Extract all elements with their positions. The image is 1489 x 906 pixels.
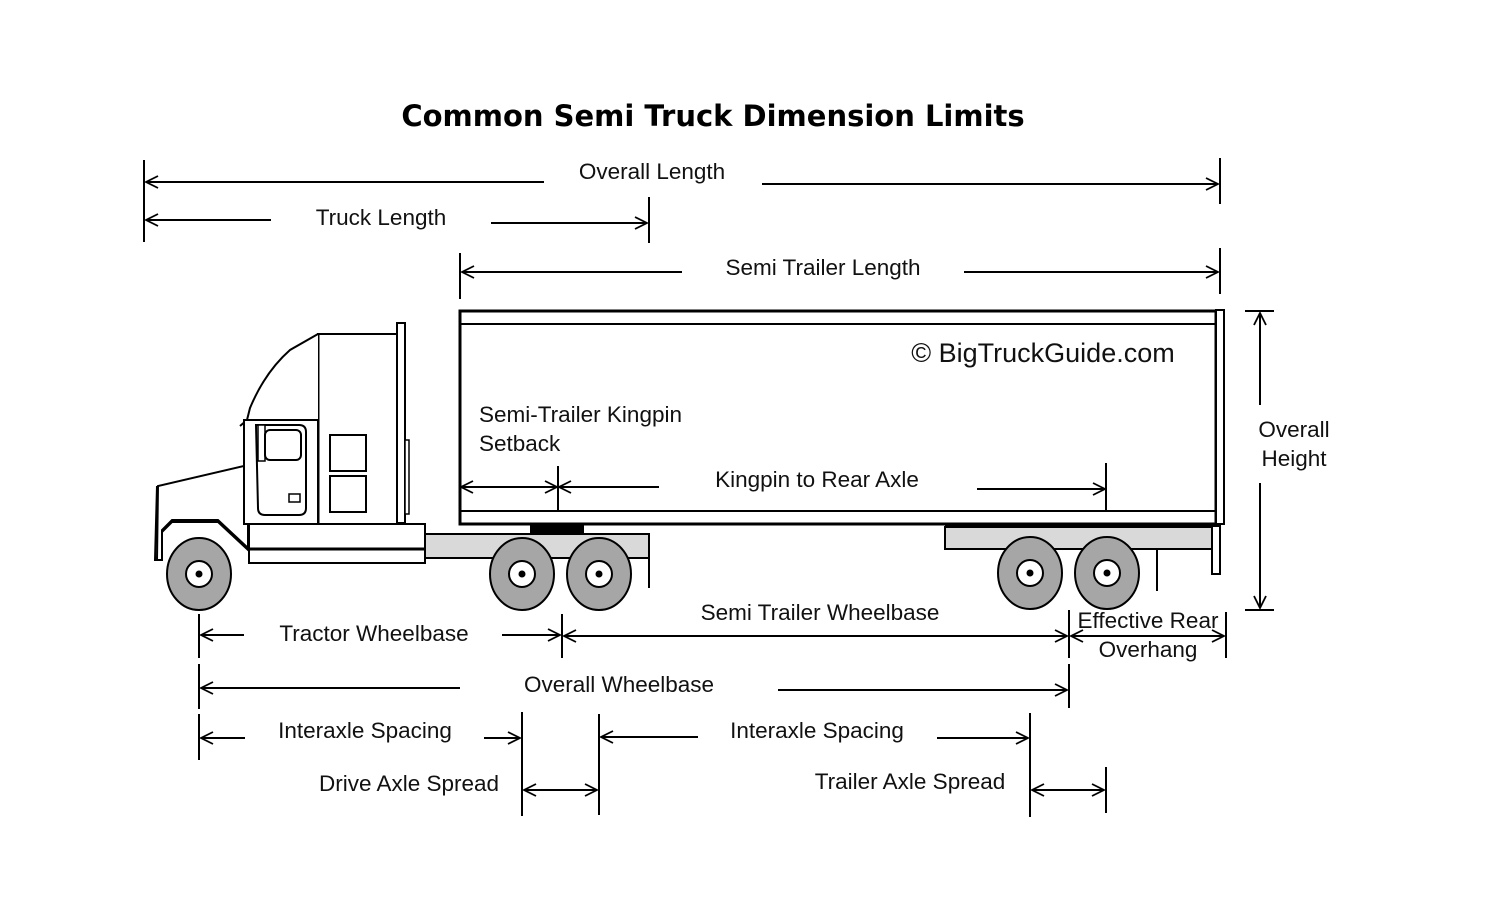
hub-center xyxy=(595,570,603,578)
truck-dimension-diagram: Common Semi Truck Dimension Limits Overa… xyxy=(143,99,1330,817)
interaxle-spacing-tractor-label: Interaxle Spacing xyxy=(278,718,452,743)
effective-rear-overhang-label-line2: Overhang xyxy=(1099,637,1198,662)
effective-rear-overhang-label-line1: Effective Rear xyxy=(1078,608,1219,633)
watermark: © BigTruckGuide.com xyxy=(911,338,1174,368)
dimension-interaxle-spacing-trailer: Interaxle Spacing xyxy=(598,713,1031,817)
trailer-subframe xyxy=(944,526,1213,550)
hub-center xyxy=(1103,569,1111,577)
drive-axle-spread-label: Drive Axle Spread xyxy=(319,771,499,796)
truck-length-label: Truck Length xyxy=(316,205,447,230)
hub-center xyxy=(195,570,203,578)
dimension-overall-length: Overall Length xyxy=(143,158,1221,242)
trailer-rear-door xyxy=(1215,309,1225,525)
overall-height-label-line2: Height xyxy=(1261,446,1327,471)
dimension-overall-wheelbase: Overall Wheelbase xyxy=(198,664,1070,709)
diagram-title: Common Semi Truck Dimension Limits xyxy=(401,99,1024,133)
interaxle-spacing-trailer-label: Interaxle Spacing xyxy=(730,718,904,743)
dimension-trailer-axle-spread: Trailer Axle Spread xyxy=(815,767,1107,813)
dimension-truck-length: Truck Length xyxy=(146,197,650,243)
door-handle xyxy=(288,493,301,503)
dimension-overall-height: Overall Height xyxy=(1245,310,1330,611)
kingpin-setback-label-line2: Setback xyxy=(479,431,561,456)
air-intake xyxy=(404,439,410,515)
hub-center xyxy=(518,570,526,578)
semi-trailer-wheelbase-label: Semi Trailer Wheelbase xyxy=(701,600,940,625)
door-window xyxy=(264,429,302,461)
rear-bumper xyxy=(1211,525,1221,575)
hub-center xyxy=(1026,569,1034,577)
dimension-interaxle-spacing-tractor: Interaxle Spacing xyxy=(198,712,523,816)
trailer-axle-spread-label: Trailer Axle Spread xyxy=(815,769,1006,794)
overall-height-label-line1: Overall xyxy=(1258,417,1329,442)
door-pillar xyxy=(257,424,266,462)
dimension-semi-trailer-wheelbase: Semi Trailer Wheelbase xyxy=(564,600,1070,658)
kingpin-plate xyxy=(530,524,584,533)
dimension-drive-axle-spread: Drive Axle Spread xyxy=(319,771,597,796)
semi-trailer-length-label: Semi Trailer Length xyxy=(725,255,920,280)
roof-fairing xyxy=(245,333,319,421)
tractor-wheelbase-label: Tractor Wheelbase xyxy=(279,621,468,646)
fuel-tank xyxy=(248,523,426,564)
dimension-tractor-wheelbase: Tractor Wheelbase xyxy=(198,614,563,658)
dimension-effective-rear-overhang: Effective Rear Overhang xyxy=(1071,608,1227,662)
kingpin-to-rear-axle-label: Kingpin to Rear Axle xyxy=(715,467,919,492)
sleeper-window xyxy=(329,434,367,472)
sleeper-panel xyxy=(329,475,367,513)
dimension-semi-trailer-length: Semi Trailer Length xyxy=(459,248,1221,299)
overall-wheelbase-label: Overall Wheelbase xyxy=(524,672,714,697)
kingpin-setback-label-line1: Semi-Trailer Kingpin xyxy=(479,402,682,427)
steer-axle xyxy=(166,537,232,611)
exhaust-stack xyxy=(396,322,406,524)
overall-length-label: Overall Length xyxy=(579,159,725,184)
